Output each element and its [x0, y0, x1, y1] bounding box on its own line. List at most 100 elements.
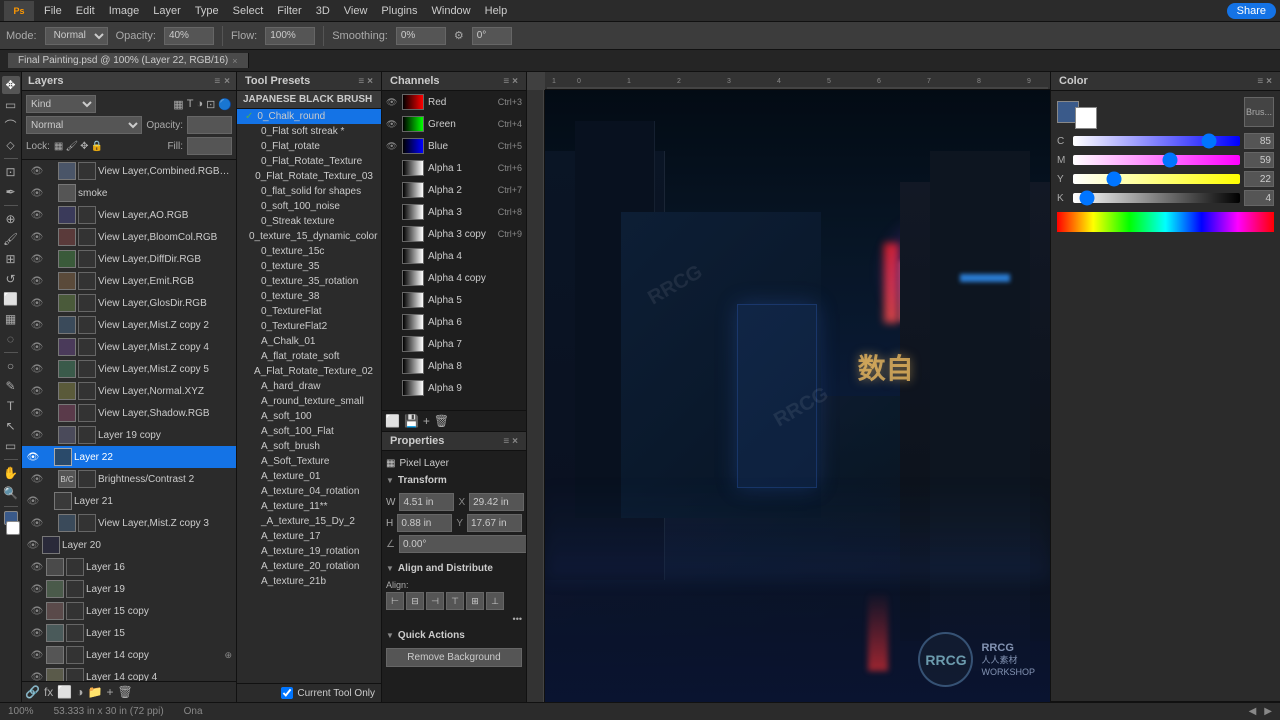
- preset-item[interactable]: A_Chalk_01: [237, 334, 381, 349]
- share-button[interactable]: Share: [1227, 3, 1276, 19]
- more-options[interactable]: •••: [386, 614, 522, 624]
- layer-eye-icon[interactable]: 👁: [30, 320, 44, 331]
- layer-fx-icon[interactable]: fx: [44, 685, 53, 699]
- layer-item[interactable]: 👁 Layer 21: [22, 490, 236, 512]
- color-spectrum[interactable]: [1057, 212, 1274, 232]
- layer-eye-icon[interactable]: 👁: [30, 188, 44, 199]
- filter-toggle[interactable]: ▦: [173, 98, 183, 111]
- history-brush-tool[interactable]: ↺: [2, 270, 20, 288]
- layer-item[interactable]: 👁 View Layer,Combined.RGBA copy: [22, 160, 236, 182]
- filter-color[interactable]: 🔵: [218, 98, 232, 111]
- layer-eye-icon[interactable]: 👁: [30, 650, 44, 661]
- preset-item[interactable]: 0_Streak texture: [237, 214, 381, 229]
- document-tab[interactable]: Final Painting.psd @ 100% (Layer 22, RGB…: [8, 53, 249, 68]
- preset-item[interactable]: A_round_texture_small: [237, 394, 381, 409]
- layer-eye-icon[interactable]: 👁: [30, 562, 44, 573]
- layer-eye-icon[interactable]: 👁: [30, 210, 44, 221]
- preset-item[interactable]: 0_texture_35_rotation: [237, 274, 381, 289]
- preset-item[interactable]: A_flat_rotate_soft: [237, 349, 381, 364]
- m-value-input[interactable]: 59: [1244, 152, 1274, 168]
- preset-item[interactable]: 0_texture_35: [237, 259, 381, 274]
- shape-tool[interactable]: ▭: [2, 437, 20, 455]
- filter-smart[interactable]: ⊡: [206, 98, 215, 111]
- channel-blue[interactable]: 👁 Blue Ctrl+5: [382, 135, 526, 157]
- menu-plugins[interactable]: Plugins: [375, 3, 423, 19]
- layer-group-icon[interactable]: 📁: [88, 685, 103, 699]
- channel-eye-icon[interactable]: 👁: [386, 97, 398, 108]
- layer-item[interactable]: 👁 Layer 19: [22, 578, 236, 600]
- layer-item[interactable]: 👁 Layer 15 copy: [22, 600, 236, 622]
- smoothing-input[interactable]: [396, 27, 446, 45]
- layer-eye-icon[interactable]: 👁: [30, 606, 44, 617]
- menu-edit[interactable]: Edit: [70, 3, 101, 19]
- layer-eye-icon[interactable]: 👁: [26, 452, 40, 463]
- presets-menu-icon[interactable]: ≡: [358, 76, 364, 87]
- preset-item[interactable]: 0_Flat_rotate: [237, 139, 381, 154]
- preset-item[interactable]: A_Flat_Rotate_Texture_02: [237, 364, 381, 379]
- layer-eye-icon[interactable]: 👁: [26, 540, 40, 551]
- preset-item[interactable]: 0_TextureFlat2: [237, 319, 381, 334]
- height-input[interactable]: [397, 514, 452, 532]
- layer-eye-icon[interactable]: 👁: [30, 474, 44, 485]
- align-top[interactable]: ⊤: [446, 592, 464, 610]
- zoom-tool[interactable]: 🔍: [2, 484, 20, 502]
- blend-mode-select[interactable]: Normal: [45, 27, 108, 45]
- channel-alpha9[interactable]: Alpha 9: [382, 377, 526, 399]
- channel-alpha8[interactable]: Alpha 8: [382, 355, 526, 377]
- channel-new[interactable]: +: [423, 414, 430, 428]
- canvas-viewport[interactable]: 数自 RRCG RRCG RRCG RRCG 人人素材 WORKSHOP: [545, 90, 1050, 702]
- layer-item[interactable]: 👁 Layer 20: [22, 534, 236, 556]
- menu-select[interactable]: Select: [227, 3, 270, 19]
- channel-alpha4[interactable]: Alpha 4: [382, 245, 526, 267]
- channel-delete[interactable]: 🗑: [434, 414, 449, 428]
- menu-window[interactable]: Window: [426, 3, 477, 19]
- preset-item[interactable]: 0_Flat_Rotate_Texture_03: [237, 169, 381, 184]
- layer-eye-icon[interactable]: 👁: [30, 430, 44, 441]
- channel-load-selection[interactable]: ⬜: [385, 414, 400, 428]
- canvas-area[interactable]: 1 0 1 2 3 4 5 6 7 8 9 10: [527, 72, 1050, 702]
- preset-item[interactable]: 0_Flat_Rotate_Texture: [237, 154, 381, 169]
- layer-eye-icon[interactable]: 👁: [30, 584, 44, 595]
- menu-3d[interactable]: 3D: [310, 3, 336, 19]
- channel-alpha6[interactable]: Alpha 6: [382, 311, 526, 333]
- color-panel-close-icon[interactable]: ×: [1266, 76, 1272, 87]
- filter-adjustment[interactable]: ◑: [196, 98, 203, 111]
- remove-background-button[interactable]: Remove Background: [386, 648, 522, 667]
- align-center-v[interactable]: ⊞: [466, 592, 484, 610]
- select-tool[interactable]: ▭: [2, 96, 20, 114]
- layer-item[interactable]: 👁 View Layer,Mist.Z copy 5: [22, 358, 236, 380]
- preset-item[interactable]: A_texture_21b: [237, 574, 381, 589]
- preset-item[interactable]: A_soft_100: [237, 409, 381, 424]
- x-input[interactable]: [469, 493, 524, 511]
- properties-menu-icon[interactable]: ≡: [503, 436, 509, 447]
- channels-close-icon[interactable]: ×: [512, 76, 518, 87]
- channel-alpha7[interactable]: Alpha 7: [382, 333, 526, 355]
- layer-mask-add-icon[interactable]: ⬜: [57, 685, 72, 699]
- channel-alpha1[interactable]: Alpha 1 Ctrl+6: [382, 157, 526, 179]
- layer-adjustment-icon[interactable]: ◑: [76, 685, 83, 699]
- background-color[interactable]: [6, 521, 20, 535]
- align-section[interactable]: ▼ Align and Distribute: [386, 560, 522, 577]
- opacity-input[interactable]: [164, 27, 214, 45]
- opacity-layers-input[interactable]: 100%: [187, 116, 232, 134]
- channel-alpha4copy[interactable]: Alpha 4 copy: [382, 267, 526, 289]
- menu-help[interactable]: Help: [479, 3, 514, 19]
- healing-tool[interactable]: ⊕: [2, 210, 20, 228]
- layer-kind-select[interactable]: Kind: [26, 95, 96, 113]
- layer-eye-icon[interactable]: 👁: [30, 166, 44, 177]
- lock-all-icon[interactable]: 🔒: [90, 141, 102, 152]
- gradient-tool[interactable]: ▦: [2, 310, 20, 328]
- layer-item[interactable]: 👁 Layer 19 copy: [22, 424, 236, 446]
- properties-close-icon[interactable]: ×: [512, 436, 518, 447]
- nav-prev[interactable]: ◀: [1249, 706, 1257, 717]
- c-slider[interactable]: [1073, 136, 1240, 146]
- y-slider[interactable]: [1073, 174, 1240, 184]
- preset-item[interactable]: 0_TextureFlat: [237, 304, 381, 319]
- hand-tool[interactable]: ✋: [2, 464, 20, 482]
- layer-eye-icon[interactable]: 👁: [30, 408, 44, 419]
- preset-item[interactable]: ✓ 0_Chalk_round: [237, 109, 381, 124]
- crop-tool[interactable]: ⊡: [2, 163, 20, 181]
- preset-item[interactable]: 0_Flat soft streak *: [237, 124, 381, 139]
- background-color-swatch[interactable]: [1075, 107, 1097, 129]
- active-layer-item[interactable]: 👁 Layer 22: [22, 446, 236, 468]
